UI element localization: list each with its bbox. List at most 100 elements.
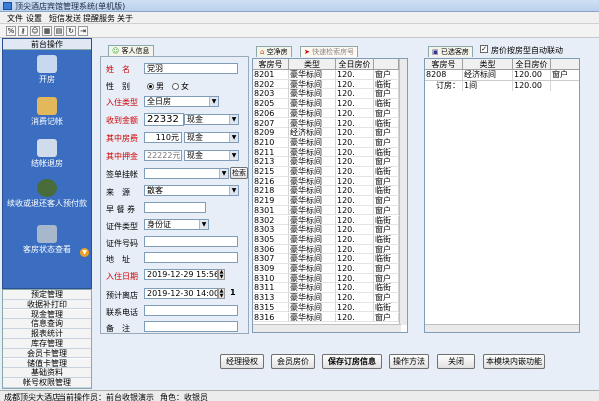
rent-mode-select[interactable]: 现金 ▼: [184, 132, 239, 143]
embedded-functions-button[interactable]: 本模块内嵌功能: [483, 354, 545, 369]
scroll-down-icon[interactable]: ▼: [80, 248, 89, 257]
room-hscroll[interactable]: [253, 324, 401, 332]
price-link-checkbox[interactable]: ✓: [480, 45, 488, 53]
deposit-mode-select[interactable]: 现金 ▼: [184, 150, 239, 161]
sel-col-type[interactable]: 类型: [463, 59, 513, 70]
table-row[interactable]: 8211 豪华标间 120. 临街: [253, 147, 399, 158]
table-row[interactable]: 8210 豪华标间 120. 窗户: [253, 137, 399, 148]
close-button[interactable]: 关闭: [437, 354, 475, 369]
key-icon[interactable]: ⚷: [18, 26, 28, 36]
breakfast-input[interactable]: [144, 202, 206, 213]
table-row[interactable]: 8216 豪华标间 120. 窗户: [253, 176, 399, 187]
table-row[interactable]: 8205 豪华标间 120. 临街: [253, 99, 399, 109]
users-icon[interactable]: ☺: [30, 26, 40, 36]
table-row[interactable]: 8207 豪华标间 120. 临街: [253, 118, 399, 129]
menu-sms[interactable]: 短信发送: [49, 13, 81, 24]
table-row[interactable]: 8309 豪华标间 120. 窗户: [253, 264, 399, 274]
tab-selected-rooms[interactable]: ▣ 已选客房: [428, 46, 473, 57]
col-type[interactable]: 类型: [289, 59, 336, 70]
list-item[interactable]: 库存管理: [3, 339, 91, 349]
table-row[interactable]: 8215 豪华标间 120. 临街: [253, 167, 399, 177]
selected-hscroll[interactable]: [425, 324, 579, 332]
book-icon[interactable]: ▤: [54, 26, 64, 36]
refresh-icon[interactable]: ↻: [66, 26, 76, 36]
rent-input[interactable]: 110元: [144, 132, 182, 143]
list-item[interactable]: 预定管理: [3, 290, 91, 300]
consumption-button[interactable]: 消费记帐: [3, 97, 91, 127]
checkout-spinner[interactable]: ▲ ▼: [218, 288, 225, 299]
checkin-input[interactable]: 2019-12-29 15:56: [144, 269, 218, 280]
table-row[interactable]: 8316 豪华标间 120. 窗户: [253, 312, 399, 323]
table-row[interactable]: 8208 经济标间 120.00 窗户: [425, 70, 579, 80]
checkout-input[interactable]: 2019-12-30 14:00: [144, 288, 218, 299]
table-row[interactable]: 8310 豪华标间 120. 窗户: [253, 273, 399, 284]
male-radio[interactable]: [147, 83, 154, 90]
table-row[interactable]: 8213 豪华标间 120. 窗户: [253, 157, 399, 167]
room-vscroll[interactable]: [399, 59, 407, 325]
col-price[interactable]: 全日房价: [336, 59, 374, 70]
received-mode-select[interactable]: 现金 ▼: [184, 114, 239, 125]
table-row[interactable]: 8219 豪华标间 120. 窗户: [253, 196, 399, 206]
table-row[interactable]: 8313 豪华标间 120. 窗户: [253, 293, 399, 303]
help-button[interactable]: 操作方法: [389, 354, 429, 369]
prepay-button[interactable]: 续收或退还客人预付款: [3, 179, 91, 209]
percent-icon[interactable]: %: [6, 26, 16, 36]
menu-settings[interactable]: 设置: [26, 13, 42, 24]
table-row[interactable]: 8302 豪华标间 120. 临街: [253, 215, 399, 226]
table-row[interactable]: 8305 豪华标间 120. 临街: [253, 234, 399, 245]
sel-col-price[interactable]: 全日房价: [513, 59, 551, 70]
remark-input[interactable]: [144, 321, 238, 332]
table-row[interactable]: 8306 豪华标间 120. 窗户: [253, 244, 399, 255]
open-room-button[interactable]: 开房: [3, 55, 91, 85]
menu-file[interactable]: 文件: [7, 13, 23, 24]
list-item[interactable]: 帐号权限管理: [3, 378, 91, 388]
table-row[interactable]: 8301 豪华标间 120. 窗户: [253, 205, 399, 216]
table-row[interactable]: 8209 经济标间 120. 窗户: [253, 128, 399, 138]
female-radio[interactable]: [172, 83, 179, 90]
manager-auth-button[interactable]: 经理授权: [220, 354, 264, 369]
tab-quick-search[interactable]: ➤ 快速检索房号: [300, 46, 359, 57]
table-row[interactable]: 8203 豪华标间 120. 窗户: [253, 89, 399, 100]
table-row[interactable]: 8206 豪华标间 120. 窗户: [253, 108, 399, 119]
sel-col-room-no[interactable]: 客房号: [425, 59, 463, 70]
deposit-input[interactable]: 22222元: [144, 150, 182, 161]
list-item[interactable]: 信息查询: [3, 319, 91, 329]
tab-guest-info[interactable]: ☺ 客人信息: [108, 45, 154, 56]
list-item[interactable]: 会员卡管理: [3, 348, 91, 359]
table-row[interactable]: 8303 豪华标间 120. 窗户: [253, 225, 399, 235]
source-select[interactable]: 散客 ▼: [144, 185, 239, 196]
sign-select[interactable]: ▼: [144, 168, 229, 179]
name-input[interactable]: 党羽: [144, 63, 238, 74]
room-status-button[interactable]: 客房状态查看: [3, 225, 91, 255]
list-item[interactable]: 储值卡管理: [3, 358, 91, 369]
roomtype-select[interactable]: 全日房 ▼: [144, 96, 219, 107]
list-item[interactable]: 基础资料: [3, 368, 91, 378]
checkin-spinner[interactable]: ▲ ▼: [218, 269, 225, 280]
idtype-select[interactable]: 身份证 ▼: [144, 219, 209, 230]
member-price-button[interactable]: 会员房价: [271, 354, 315, 369]
table-row[interactable]: 8307 豪华标间 120. 临街: [253, 254, 399, 264]
menu-reminder[interactable]: 提醒服务: [83, 13, 115, 24]
tab-vacant-rooms[interactable]: ⌂ 空净房: [256, 46, 292, 57]
table-row[interactable]: 8311 豪华标间 120. 临街: [253, 283, 399, 294]
table-row[interactable]: 8202 豪华标间 120. 临街: [253, 79, 399, 90]
list-item[interactable]: 现金管理: [3, 309, 91, 320]
col-extra[interactable]: [374, 59, 399, 70]
grid-icon[interactable]: ▦: [42, 26, 52, 36]
col-room-no[interactable]: 客房号: [253, 59, 289, 70]
list-item[interactable]: 报表统计: [3, 329, 91, 339]
menu-about[interactable]: 关于: [117, 13, 133, 24]
address-input[interactable]: [144, 252, 238, 263]
received-input[interactable]: 22332: [144, 113, 184, 126]
table-row[interactable]: 8315 豪华标间 120. 临街: [253, 302, 399, 313]
idno-input[interactable]: [144, 236, 238, 247]
phone-input[interactable]: [144, 305, 238, 316]
save-booking-button[interactable]: 保存订房信息: [322, 354, 382, 369]
search-button[interactable]: 检索: [230, 167, 248, 179]
table-row[interactable]: 8218 豪华标间 120. 临街: [253, 186, 399, 197]
days-input[interactable]: 1: [228, 288, 242, 299]
table-row[interactable]: 8201 豪华标间 120. 窗户: [253, 70, 399, 80]
list-item[interactable]: 收据补打印: [3, 299, 91, 310]
checkout-button[interactable]: 结帐退房: [3, 139, 91, 169]
exit-icon[interactable]: ⇥: [78, 26, 88, 36]
